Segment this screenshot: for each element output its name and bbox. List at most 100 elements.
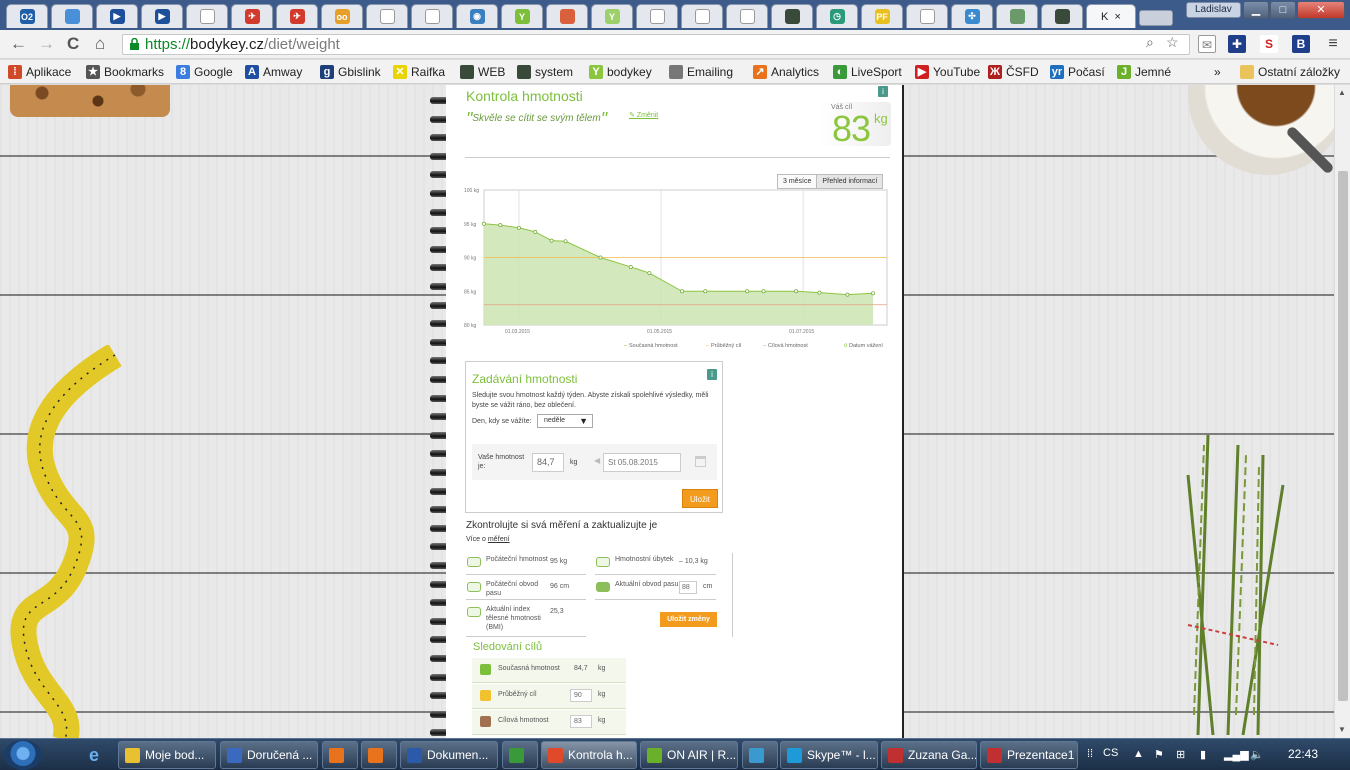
minimize-button[interactable]: ▁ [1243,1,1269,19]
mail-extension-icon[interactable]: ✉ [1198,35,1216,53]
tray-expand-icon[interactable]: ▲ [1133,748,1144,760]
browser-tab[interactable]: ▶ [96,4,138,28]
bookmark-gbislink[interactable]: g Gbislink [320,63,381,81]
home-button[interactable]: ⌂ [95,35,105,53]
browser-tab[interactable] [726,4,768,28]
bookmark-livesport[interactable]: ◐ LiveSport [833,63,902,81]
taskbar-item[interactable] [322,741,358,769]
start-button[interactable] [4,740,42,770]
browser-tab[interactable] [411,4,453,28]
taskbar-item[interactable] [361,741,397,769]
taskbar-item[interactable]: Prezentace1 [980,741,1078,769]
bookmark-bookmarks[interactable]: ★ Bookmarks [86,63,164,81]
bookmark-bodykey[interactable]: Ybodykey [589,63,652,81]
taskbar-item[interactable]: Zuzana Ga... [881,741,977,769]
browser-tab[interactable]: O2 [6,4,48,28]
browser-tab[interactable] [636,4,678,28]
browser-tab[interactable] [186,4,228,28]
other-bookmarks-folder[interactable]: Ostatní záložky [1240,63,1340,81]
info-icon[interactable]: i [878,86,888,97]
browser-tab[interactable] [771,4,813,28]
browser-tab[interactable]: ▶ [141,4,183,28]
back-button[interactable]: ← [10,35,27,53]
clock[interactable]: 22:43 [1288,747,1318,761]
browser-tab[interactable]: ◷ [816,4,858,28]
s-extension-icon[interactable]: S [1260,35,1278,53]
bookmark-star-icon[interactable]: ☆ [1166,34,1179,51]
power-tray-icon[interactable]: ▮ [1200,748,1206,761]
taskbar-item[interactable] [502,741,538,769]
taskbar-item[interactable]: ON AIR | R... [640,741,738,769]
arrow-left-icon[interactable]: ◀ [594,456,600,465]
bookmark-emailing[interactable]: Emailing [669,63,733,81]
browser-tab[interactable]: Y [591,4,633,28]
bookmark-raifka[interactable]: ✕ Raifka [393,63,445,81]
bookmarks-overflow-button[interactable]: » [1214,63,1221,81]
windows-tray-icon[interactable]: ⊞ [1176,748,1185,761]
bookmark-po-as-[interactable]: yr Počasí [1050,63,1105,81]
target-weight-input[interactable]: 83 [570,715,592,728]
new-tab-button[interactable] [1139,10,1173,26]
taskbar-item[interactable]: Dokumen... [400,741,498,769]
tab-close-icon[interactable]: × [1115,11,1121,23]
current-waist-input[interactable]: 88 [679,581,697,594]
taskbar-item[interactable]: Doručená ... [220,741,318,769]
browser-tab[interactable]: ✈ [231,4,273,28]
flag-tray-icon[interactable]: ⚑ [1154,748,1164,761]
bookmark--sfd[interactable]: Ж ČSFD [988,63,1039,81]
forward-button[interactable]: → [38,35,55,53]
network-icon[interactable]: ▂▄▆ [1224,748,1249,761]
scroll-thumb[interactable] [1338,171,1348,701]
volume-icon[interactable]: 🔈 [1250,748,1264,761]
bookmark-aplikace[interactable]: ⁞ Aplikace [8,63,71,81]
browser-tab[interactable] [51,4,93,28]
page-scrollbar[interactable]: ▲ ▼ [1334,85,1350,738]
taskbar-item[interactable]: Moje bod... [118,741,216,769]
browser-tab[interactable] [996,4,1038,28]
scroll-up-icon[interactable]: ▲ [1338,88,1346,97]
change-motto-link[interactable]: ✎ Změnit [629,111,658,119]
close-window-button[interactable]: ✕ [1297,1,1345,19]
bookmark-web[interactable]: WEB [460,63,505,81]
calendar-icon[interactable] [695,456,706,467]
bookmark-system[interactable]: system [517,63,573,81]
browser-tab[interactable]: ✣ [951,4,993,28]
menu-icon[interactable]: ≡ [1324,35,1342,53]
weigh-day-select[interactable]: neděle ▼ [537,414,593,428]
browser-tab[interactable] [906,4,948,28]
taskbar-item[interactable]: Skype™ - l... [780,741,878,769]
browser-tab[interactable] [366,4,408,28]
weight-input[interactable]: 84,7 [532,453,564,472]
browser-tab[interactable]: PF [861,4,903,28]
bookmark-analytics[interactable]: ↗ Analytics [753,63,819,81]
info-icon[interactable]: i [707,369,717,380]
browser-tab[interactable] [1041,4,1083,28]
browser-tab[interactable]: ✈ [276,4,318,28]
bookmark-jemn-[interactable]: J Jemné [1117,63,1171,81]
scroll-down-icon[interactable]: ▼ [1338,725,1346,734]
browser-tab[interactable] [546,4,588,28]
bookmark-amway[interactable]: A Amway [245,63,302,81]
save-changes-button[interactable]: Uložit změny [660,612,717,627]
bookmark-youtube[interactable]: ▶ YouTube [915,63,980,81]
taskbar-item[interactable]: Kontrola h... [541,741,637,769]
bookmark-google[interactable]: 8 Google [176,63,233,81]
taskbar-item[interactable] [742,741,778,769]
zoom-icon[interactable]: ⌕ [1146,34,1154,51]
interim-goal-input[interactable]: 90 [570,689,592,702]
language-indicator[interactable]: CS [1103,747,1118,759]
date-input[interactable]: St 05.08.2015 [603,453,681,472]
measurements-link[interactable]: měření [488,536,510,543]
browser-tab[interactable]: ◉ [456,4,498,28]
browser-tab[interactable] [681,4,723,28]
active-browser-tab[interactable]: K × [1086,4,1136,28]
uk-flag-icon[interactable]: ✚ [1228,35,1246,53]
browser-tab[interactable]: Y [501,4,543,28]
maximize-button[interactable]: □ [1270,1,1296,19]
chrome-user-button[interactable]: Ladislav [1186,2,1241,18]
b-extension-icon[interactable]: B [1292,35,1310,53]
address-bar[interactable]: https://bodykey.cz/diet/weight [122,34,1190,55]
reload-button[interactable]: C [67,35,79,53]
save-weight-button[interactable]: Uložit [682,489,718,508]
ie-icon[interactable]: e [80,743,108,767]
